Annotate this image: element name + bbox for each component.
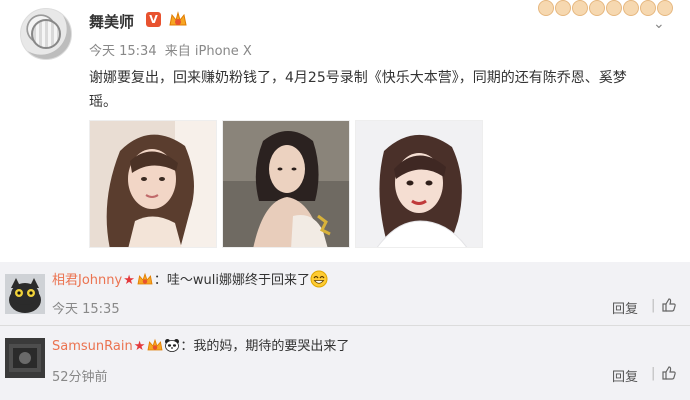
comment-line: 相君Johnny★ ：哇～wuli娜娜终于回来了 [52,270,328,290]
photo-xie-na[interactable] [89,120,217,248]
commenter-avatar[interactable] [5,274,45,314]
reply-button[interactable]: 回复 [612,366,638,385]
post-source: 来自 iPhone X [164,44,252,59]
action-divider: | [651,366,656,381]
chevron-down-icon[interactable]: ⌄ [653,16,665,32]
weibo-post: 舞美师 V ⌄ 今天 15:34 来自 iPhone X 谢娜要复出，回来赚奶粉… [0,0,690,262]
author-name[interactable]: 舞美师 [89,11,134,32]
author-avatar[interactable] [20,8,72,60]
vip-icon [147,338,163,351]
comment-list: 相君Johnny★ ：哇～wuli娜娜终于回来了 今天 15:35 回复 | Sa… [0,262,690,400]
post-time[interactable]: 今天 15:34 [89,44,157,59]
comment-item: 相君Johnny★ ：哇～wuli娜娜终于回来了 今天 15:35 回复 | [0,262,690,326]
vip-icon [137,272,153,285]
grin-emoji-icon [310,270,328,288]
decorative-emoji-strip [538,0,688,18]
comment-text: 我的妈，期待的要哭出来了 [193,339,350,354]
post-text: 谢娜要复出，回来赚奶粉钱了，4月25号录制《快乐大本营》，同期的还有陈乔恩、奚梦… [89,70,627,110]
verified-icon: V [146,12,161,27]
photo-chen-qiaoen[interactable] [355,120,483,248]
star-icon: ★ [123,273,135,288]
action-divider: | [651,298,656,313]
comment-time: 52分钟前 [52,370,108,385]
comment-line: SamsunRain★ ：我的妈，期待的要哭出来了 [52,338,349,356]
panda-icon [165,339,180,352]
star-icon: ★ [133,339,146,354]
comment-text: 哇～wuli娜娜终于回来了 [166,273,310,288]
reply-button[interactable]: 回复 [612,298,638,317]
comment-username[interactable]: SamsunRain [52,339,133,354]
comment-time: 今天 15:35 [52,302,120,317]
comment-separator: ： [153,273,167,288]
like-icon[interactable] [661,297,677,313]
commenter-avatar[interactable] [5,338,45,378]
photo-xi-mengyao[interactable] [222,120,350,248]
like-icon[interactable] [661,365,677,381]
vip-icon [169,11,187,26]
comment-username[interactable]: 相君Johnny [52,273,122,288]
post-meta: 今天 15:34 来自 iPhone X [89,40,256,59]
comment-separator: ： [180,339,194,354]
